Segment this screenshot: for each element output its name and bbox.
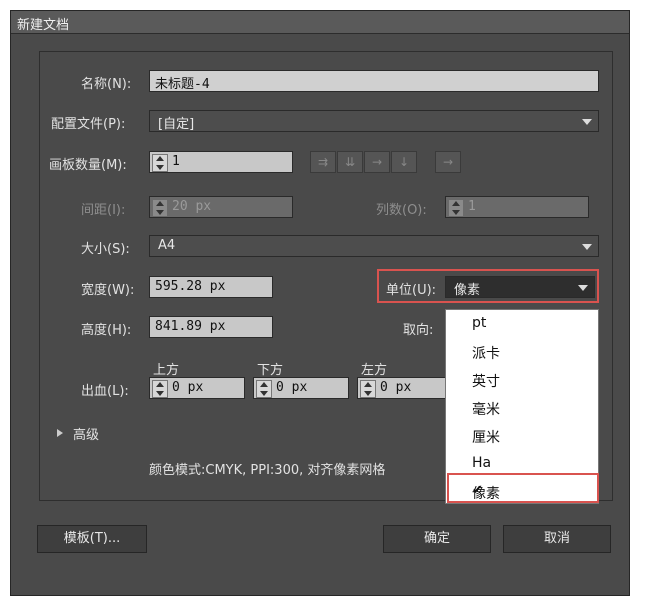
artboards-input[interactable]: 1 [149, 151, 293, 173]
height-input[interactable]: 841.89 px [149, 316, 273, 338]
document-info-text: 颜色模式:CMYK, PPI:300, 对齐像素网格 [149, 463, 386, 478]
spinner-icon[interactable] [152, 154, 168, 172]
bleed-label: 出血(L): [81, 384, 129, 399]
grid-by-column-icon[interactable]: ⇊ [337, 151, 363, 173]
unit-option-mm[interactable]: 毫米 [446, 394, 598, 422]
columns-input: 1 [445, 196, 589, 218]
spacing-value: 20 px [172, 199, 212, 214]
spinner-icon [448, 199, 464, 217]
cancel-button[interactable]: 取消 [503, 525, 611, 553]
columns-label: 列数(O): [376, 203, 427, 218]
bleed-top-label: 上方 [153, 363, 180, 378]
units-value: 像素 [454, 283, 481, 298]
right-to-left-icon[interactable]: → [435, 151, 461, 173]
unit-option-pt[interactable]: pt [446, 310, 598, 338]
spinner-icon [152, 199, 168, 217]
height-label: 高度(H): [81, 323, 132, 338]
width-label: 宽度(W): [81, 283, 135, 298]
profile-label: 配置文件(P): [51, 117, 126, 132]
grid-by-row-icon[interactable]: ⇉ [310, 151, 336, 173]
chevron-down-icon [578, 285, 588, 291]
bleed-left-value: 0 px [380, 380, 412, 395]
bleed-top-value: 0 px [172, 380, 204, 395]
bleed-left-label: 左方 [361, 363, 388, 378]
artboards-label: 画板数量(M): [49, 158, 127, 173]
title-bar: 新建文档 [11, 11, 629, 34]
unit-option-ha[interactable]: Ha [446, 450, 598, 478]
size-select[interactable]: A4 [149, 235, 599, 257]
profile-select[interactable]: [自定] [149, 110, 599, 132]
bleed-bottom-label: 下方 [257, 363, 284, 378]
arrange-by-column-icon[interactable]: ↓ [391, 151, 417, 173]
bleed-bottom-input[interactable]: 0 px [253, 377, 349, 399]
templates-button[interactable]: 模板(T)... [37, 525, 147, 553]
expand-triangle-icon[interactable] [57, 429, 63, 437]
spacing-label: 间距(I): [81, 203, 126, 218]
orientation-label: 取向: [403, 323, 434, 338]
unit-option-pixels[interactable]: ✔ 像素 [446, 478, 598, 506]
size-label: 大小(S): [81, 242, 130, 257]
unit-option-pica[interactable]: 派卡 [446, 338, 598, 366]
size-value: A4 [158, 238, 176, 253]
width-input[interactable]: 595.28 px [149, 276, 273, 298]
arrange-by-row-icon[interactable]: → [364, 151, 390, 173]
units-select[interactable]: 像素 [445, 276, 595, 298]
ok-button[interactable]: 确定 [383, 525, 491, 553]
advanced-toggle[interactable]: 高级 [73, 424, 99, 443]
bleed-bottom-value: 0 px [276, 380, 308, 395]
columns-value: 1 [468, 199, 476, 214]
spinner-icon[interactable] [256, 380, 272, 398]
unit-option-cm[interactable]: 厘米 [446, 422, 598, 450]
spinner-icon[interactable] [152, 380, 168, 398]
new-document-dialog: 新建文档 名称(N): 未标题-4 配置文件(P): [自定] 画板数量(M):… [10, 10, 630, 596]
artboards-value: 1 [172, 154, 180, 169]
spinner-icon[interactable] [360, 380, 376, 398]
units-label: 单位(U): [386, 283, 437, 298]
units-dropdown-list: pt 派卡 英寸 毫米 厘米 Ha ✔ 像素 [445, 309, 599, 504]
dialog-title: 新建文档 [17, 18, 70, 33]
spacing-input: 20 px [149, 196, 293, 218]
chevron-down-icon [582, 244, 592, 250]
bleed-left-input[interactable]: 0 px [357, 377, 453, 399]
unit-option-inch[interactable]: 英寸 [446, 366, 598, 394]
chevron-down-icon [582, 119, 592, 125]
profile-value: [自定] [158, 117, 195, 132]
bleed-top-input[interactable]: 0 px [149, 377, 245, 399]
